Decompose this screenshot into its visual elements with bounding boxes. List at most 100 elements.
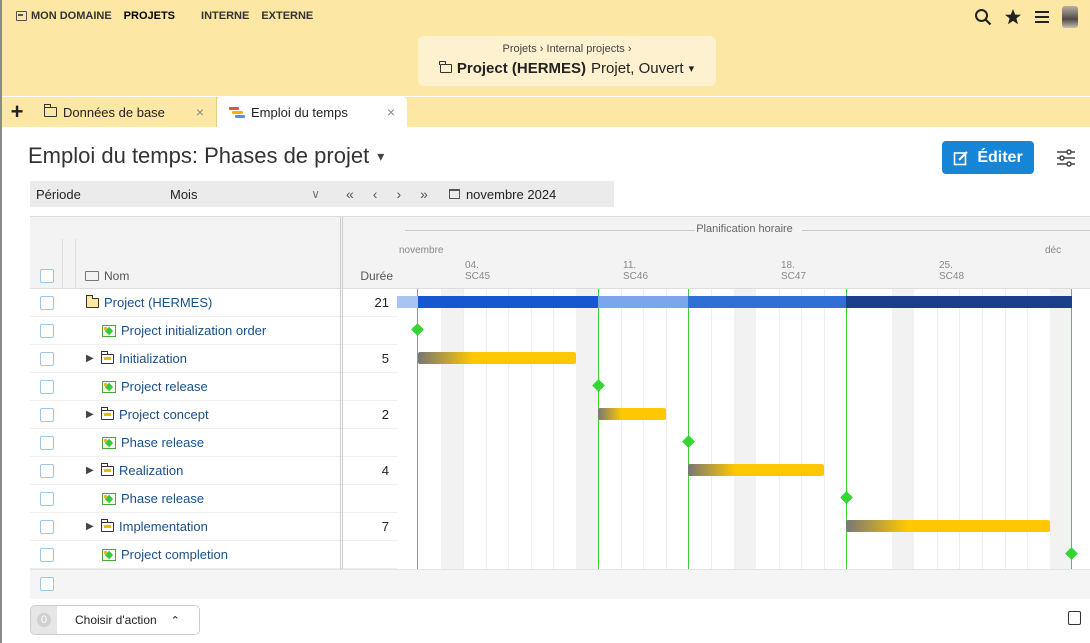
close-icon[interactable]: × <box>387 104 395 120</box>
row-name[interactable]: Project initialization order <box>102 323 266 338</box>
column-header-name[interactable]: Nom <box>85 269 129 283</box>
week-number: SC47 <box>781 271 807 282</box>
previous-period-button[interactable]: ‹ <box>373 186 378 202</box>
tab-bar: + Données de base × Emploi du temps × <box>2 97 1090 127</box>
task-list: Project (HERMES) 21 Project initializati… <box>30 289 397 569</box>
project-title[interactable]: Project (HERMES) Projet, Ouvert ▾ <box>418 60 716 77</box>
row-name[interactable]: ▶ Realization <box>86 462 183 478</box>
week-number: SC46 <box>623 271 649 282</box>
expand-arrow-icon[interactable]: ▶ <box>86 521 96 532</box>
settings-icon[interactable] <box>1054 146 1078 170</box>
row-checkbox[interactable] <box>40 380 54 394</box>
row-checkbox[interactable] <box>40 324 54 338</box>
tab-donnees-de-base[interactable]: Données de base × <box>32 97 217 127</box>
search-icon[interactable] <box>974 8 992 26</box>
nav-mon-domaine[interactable]: MON DOMAINE <box>16 10 112 22</box>
row-checkbox[interactable] <box>40 520 54 534</box>
table-row[interactable]: Project (HERMES) 21 <box>30 289 397 317</box>
row-checkbox[interactable] <box>40 548 54 562</box>
nav-projets[interactable]: PROJETS <box>124 10 175 22</box>
export-icon[interactable] <box>1068 611 1081 625</box>
table-row[interactable]: Project completion <box>30 541 397 569</box>
week-label: 04. SC45 <box>465 260 490 282</box>
table-row[interactable]: Phase release <box>30 429 397 457</box>
duration-cell: 2 <box>340 401 397 429</box>
table-row[interactable]: ▶ Implementation 7 <box>30 513 397 541</box>
row-name[interactable]: Project release <box>102 379 208 394</box>
phase-folder-icon <box>100 406 114 420</box>
grid-line <box>779 289 780 569</box>
duration-cell <box>340 541 397 569</box>
top-icons <box>974 6 1078 28</box>
table-row[interactable]: ▶ Initialization 5 <box>30 345 397 373</box>
avatar[interactable] <box>1062 6 1078 28</box>
top-bar: MON DOMAINE PROJETS INTERNE EXTERNE Proj… <box>2 0 1090 96</box>
breadcrumb[interactable]: Projets › Internal projects › <box>418 43 716 55</box>
row-name[interactable]: Project completion <box>102 547 228 562</box>
expand-arrow-icon[interactable]: ▶ <box>86 465 96 476</box>
table-row[interactable]: Phase release <box>30 485 397 513</box>
row-checkbox[interactable] <box>40 296 54 310</box>
select-all-checkbox[interactable] <box>40 269 54 283</box>
project-selector[interactable]: Projets › Internal projects › Project (H… <box>418 36 716 86</box>
star-icon[interactable] <box>1004 8 1022 26</box>
phase-bar[interactable] <box>846 520 1050 532</box>
row-checkbox[interactable] <box>40 436 54 450</box>
table-row[interactable]: Project release <box>30 373 397 401</box>
page-title[interactable]: Emploi du temps: Phases de projet ▾ <box>28 143 384 169</box>
add-tab-button[interactable]: + <box>2 97 32 127</box>
row-name[interactable]: ▶ Project concept <box>86 406 209 422</box>
project-bar-segment[interactable] <box>688 296 846 308</box>
tab-label: Données de base <box>63 104 165 120</box>
expand-arrow-icon[interactable]: ▶ <box>86 409 96 420</box>
row-name[interactable]: ▶ Implementation <box>86 518 208 534</box>
table-row[interactable]: ▶ Project concept 2 <box>30 401 397 429</box>
milestone-diamond[interactable] <box>682 435 695 448</box>
milestone-diamond[interactable] <box>840 491 853 504</box>
table-row[interactable]: ▶ Realization 4 <box>30 457 397 485</box>
menu-icon[interactable] <box>1034 9 1050 25</box>
phase-bar[interactable] <box>688 464 824 476</box>
project-bar-segment[interactable] <box>598 296 688 308</box>
action-selector[interactable]: 0 Choisir d'action ⌃ <box>30 605 200 635</box>
period-select[interactable]: Mois ∨ <box>170 187 330 202</box>
row-checkbox[interactable] <box>40 492 54 506</box>
phase-bar[interactable] <box>418 352 576 364</box>
nav-interne[interactable]: INTERNE <box>201 10 249 22</box>
row-name[interactable]: Phase release <box>102 435 204 450</box>
nav-label: INTERNE <box>201 10 250 22</box>
column-header-duration[interactable]: Durée <box>340 217 397 289</box>
nav-externe[interactable]: EXTERNE <box>261 10 313 22</box>
close-icon[interactable]: × <box>196 104 204 120</box>
phase-folder-icon <box>100 518 114 532</box>
row-checkbox[interactable] <box>40 577 54 591</box>
row-checkbox[interactable] <box>40 408 54 422</box>
calendar-icon <box>448 189 460 199</box>
row-checkbox[interactable] <box>40 352 54 366</box>
edit-button[interactable]: Éditer <box>942 141 1034 174</box>
table-row[interactable]: Project initialization order <box>30 317 397 345</box>
folder-open-icon <box>85 271 99 281</box>
grid-line <box>824 289 825 569</box>
row-name[interactable]: Project (HERMES) <box>85 294 212 310</box>
phase-bar[interactable] <box>598 408 666 420</box>
expand-arrow-icon[interactable]: ▶ <box>86 353 96 364</box>
row-name[interactable]: Phase release <box>102 491 204 506</box>
next-period-button[interactable]: › <box>396 186 401 202</box>
row-name[interactable]: ▶ Initialization <box>86 350 187 366</box>
last-period-button[interactable]: » <box>420 186 428 202</box>
duration-cell: 4 <box>340 457 397 485</box>
folder-icon <box>43 104 57 117</box>
project-bar-segment[interactable] <box>846 296 1072 308</box>
date-picker[interactable]: novembre 2024 <box>448 187 556 202</box>
row-label: Implementation <box>119 519 208 534</box>
tab-emploi-du-temps[interactable]: Emploi du temps × <box>217 97 407 127</box>
first-period-button[interactable]: « <box>346 186 354 202</box>
project-bar-segment[interactable] <box>418 296 598 308</box>
empty-row <box>30 569 1090 599</box>
duration-cell <box>340 429 397 457</box>
duration-cell <box>340 373 397 401</box>
milestone-line <box>598 289 599 569</box>
milestone-diamond[interactable] <box>411 323 424 336</box>
row-checkbox[interactable] <box>40 464 54 478</box>
